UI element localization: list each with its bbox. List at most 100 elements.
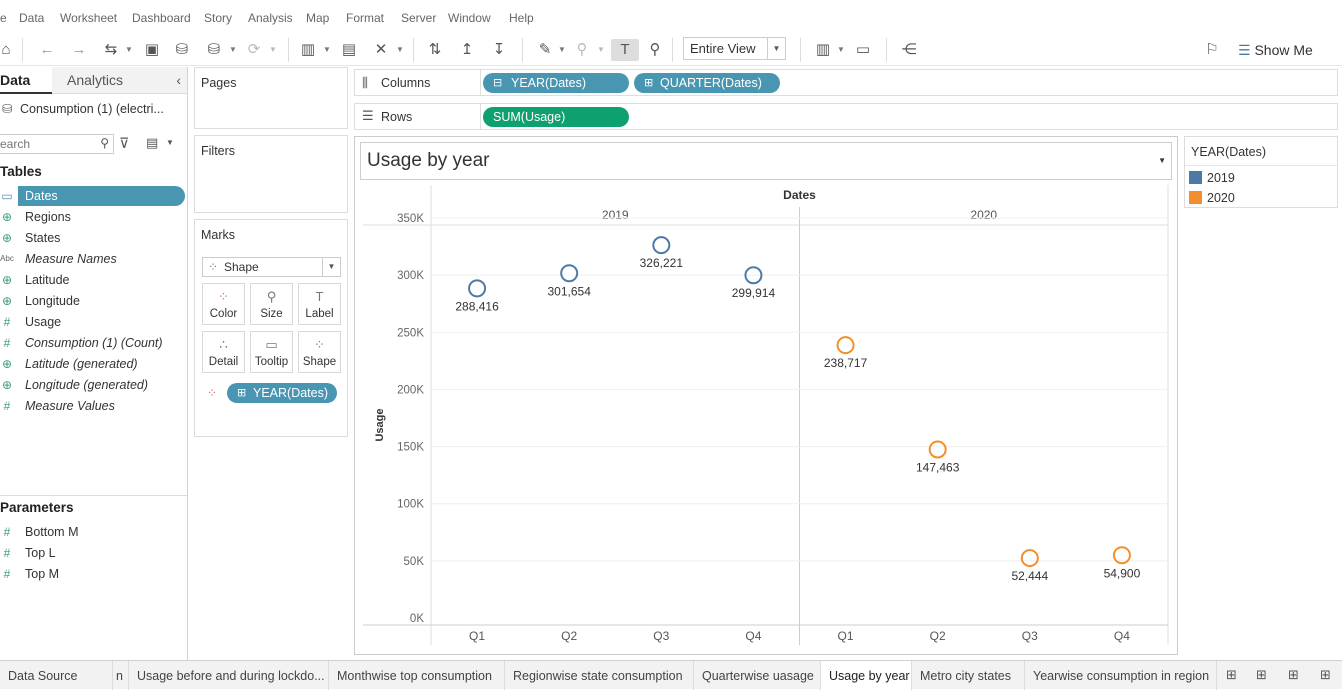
marks-color-button[interactable]: ⁘ Color (202, 283, 245, 325)
new-sheet-icon[interactable]: ⊞ (1226, 667, 1237, 683)
new-datasource-icon[interactable]: ⛁ (172, 39, 192, 61)
field-item[interactable]: ⊕ Longitude (generated) (0, 375, 185, 395)
fit-dropdown[interactable]: Entire View ▼ (683, 37, 786, 60)
presentation-mode-icon[interactable]: ▭ (852, 39, 874, 61)
rows-shelf[interactable]: ☰ Rows SUM(Usage) (354, 103, 1338, 130)
chevron-down-icon[interactable]: ▼ (268, 39, 278, 61)
chevron-down-icon[interactable]: ▼ (1158, 143, 1166, 179)
marks-tooltip-button[interactable]: ▭ Tooltip (250, 331, 293, 373)
sheet-tab[interactable]: Regionwise state consumption (505, 661, 694, 690)
menu-item-analysis[interactable]: Analysis (248, 11, 293, 25)
undo-icon[interactable]: ← (36, 39, 58, 61)
legend-item-2020[interactable]: 2020 (1189, 189, 1329, 207)
parameter-item[interactable]: # Bottom M (0, 522, 185, 542)
collapse-icon[interactable]: ‹ (176, 72, 181, 88)
field-item[interactable]: # Measure Values (0, 396, 185, 416)
field-item[interactable]: ⊕ Longitude (0, 291, 185, 311)
field-item[interactable]: ⊕ States (0, 228, 185, 248)
redo-icon[interactable]: → (68, 39, 90, 61)
view-options-icon[interactable]: ▤ (146, 135, 158, 151)
field-label: Latitude (25, 273, 70, 287)
chevron-down-icon[interactable]: ▼ (228, 39, 238, 61)
menu-item-dashboard[interactable]: Dashboard (132, 11, 191, 25)
new-worksheet-icon[interactable]: ▥ (297, 39, 319, 61)
legend-item-2019[interactable]: 2019 (1189, 169, 1329, 187)
show-me-button[interactable]: ☰ Show Me (1238, 39, 1328, 61)
field-item[interactable]: ⊕ Latitude (0, 270, 185, 290)
swap-icon[interactable]: ⇅ (424, 39, 446, 61)
chevron-down-icon[interactable]: ▼ (596, 39, 606, 61)
new-dashboard-icon[interactable]: ⊞ (1256, 667, 1267, 683)
column-pill-quarter[interactable]: ⊞ QUARTER(Dates) (634, 73, 780, 93)
field-item[interactable]: # Usage (0, 312, 185, 332)
ask-data-icon[interactable]: ⚐ (1201, 39, 1223, 61)
field-item[interactable]: ▭ Dates (1, 186, 185, 206)
home-icon[interactable]: ⌂ (0, 39, 12, 61)
pause-updates-icon[interactable]: ⛁ (204, 39, 224, 61)
tab-data[interactable]: Data (0, 67, 52, 94)
share-icon[interactable]: ⋲ (898, 39, 920, 61)
chevron-down-icon[interactable]: ▼ (124, 39, 134, 61)
chevron-down-icon[interactable]: ▼ (395, 39, 405, 61)
columns-shelf[interactable]: ⫼ Columns ⊟ YEAR(Dates) ⊞ QUARTER(Dates) (354, 69, 1338, 96)
menu-item-help[interactable]: Help (509, 11, 534, 25)
search-icon[interactable]: ⚲ (100, 136, 109, 150)
sheet-tab[interactable]: Usage by year (821, 661, 912, 690)
menu-item-file[interactable]: e (0, 11, 7, 25)
pages-shelf[interactable]: Pages (194, 67, 348, 129)
menu-item-server[interactable]: Server (401, 11, 436, 25)
parameter-item[interactable]: # Top L (0, 543, 185, 563)
view-title-box[interactable]: Usage by year ▼ (360, 142, 1172, 180)
filters-shelf[interactable]: Filters (194, 135, 348, 213)
sort-descending-icon[interactable]: ↧ (488, 39, 510, 61)
sheet-tab[interactable]: Metro city states (912, 661, 1025, 690)
menu-item-map[interactable]: Map (306, 11, 329, 25)
sheet-tab[interactable]: Monthwise top consumption (329, 661, 505, 690)
duplicate-icon[interactable]: ▤ (338, 39, 360, 61)
show-labels-icon[interactable]: T (611, 39, 639, 61)
marks-pill-year[interactable]: ⊞ YEAR(Dates) (227, 383, 337, 403)
sheet-tab[interactable]: Quarterwise uasage (694, 661, 821, 690)
search-input[interactable] (0, 136, 92, 152)
column-pill-year[interactable]: ⊟ YEAR(Dates) (483, 73, 629, 93)
sheet-tab[interactable]: Usage before and during lockdo... (129, 661, 329, 690)
marks-size-button[interactable]: ⚲ Size (250, 283, 293, 325)
collapse-icon: ⊟ (493, 77, 503, 89)
filter-icon[interactable]: ⊽ (119, 135, 129, 152)
field-item[interactable]: ⊕ Regions (0, 207, 185, 227)
sheet-tab[interactable]: Data Source (0, 661, 113, 690)
field-item[interactable]: # Consumption (1) (Count) (0, 333, 185, 353)
chevron-down-icon[interactable]: ▼ (322, 39, 332, 61)
menu-item-worksheet[interactable]: Worksheet (60, 11, 117, 25)
clear-sheet-icon[interactable]: ✕ (370, 39, 392, 61)
refresh-icon[interactable]: ⟳ (243, 39, 265, 61)
marks-shape-button[interactable]: ⁘ Shape (298, 331, 341, 373)
menu-item-window[interactable]: Window (448, 11, 491, 25)
chevron-down-icon[interactable]: ▼ (836, 39, 846, 61)
field-item[interactable]: Abc Measure Names (0, 249, 185, 269)
datasource-item[interactable]: ⛁ Consumption (1) (electri... (0, 99, 185, 119)
sheet-tab[interactable]: Yearwise consumption in region (1025, 661, 1217, 690)
marks-label-button[interactable]: T Label (298, 283, 341, 325)
new-story-icon[interactable]: ⊞ (1288, 667, 1299, 683)
show-cards-icon[interactable]: ▥ (812, 39, 834, 61)
mark-type-dropdown[interactable]: ⁘ Shape ▼ (202, 257, 341, 277)
row-pill-usage[interactable]: SUM(Usage) (483, 107, 629, 127)
save-icon[interactable]: ▣ (142, 39, 162, 61)
menu-item-format[interactable]: Format (346, 11, 384, 25)
replay-icon[interactable]: ⇆ (100, 39, 122, 61)
menu-item-story[interactable]: Story (204, 11, 232, 25)
parameter-item[interactable]: # Top M (0, 564, 185, 584)
new-story-icon[interactable]: ⊞ (1320, 667, 1331, 683)
tab-analytics[interactable]: Analytics ‹ (52, 67, 187, 94)
menu-item-data[interactable]: Data (19, 11, 44, 25)
sort-ascending-icon[interactable]: ↥ (456, 39, 478, 61)
marks-detail-button[interactable]: ∴ Detail (202, 331, 245, 373)
field-item[interactable]: ⊕ Latitude (generated) (0, 354, 185, 374)
sheet-tab[interactable]: n (113, 661, 129, 690)
highlight-icon[interactable]: ✎ (535, 39, 555, 61)
pin-icon[interactable]: ⚲ (645, 39, 665, 61)
chevron-down-icon[interactable]: ▼ (557, 39, 567, 61)
group-icon[interactable]: ⚲ (572, 39, 592, 61)
chevron-down-icon[interactable]: ▼ (166, 138, 174, 147)
